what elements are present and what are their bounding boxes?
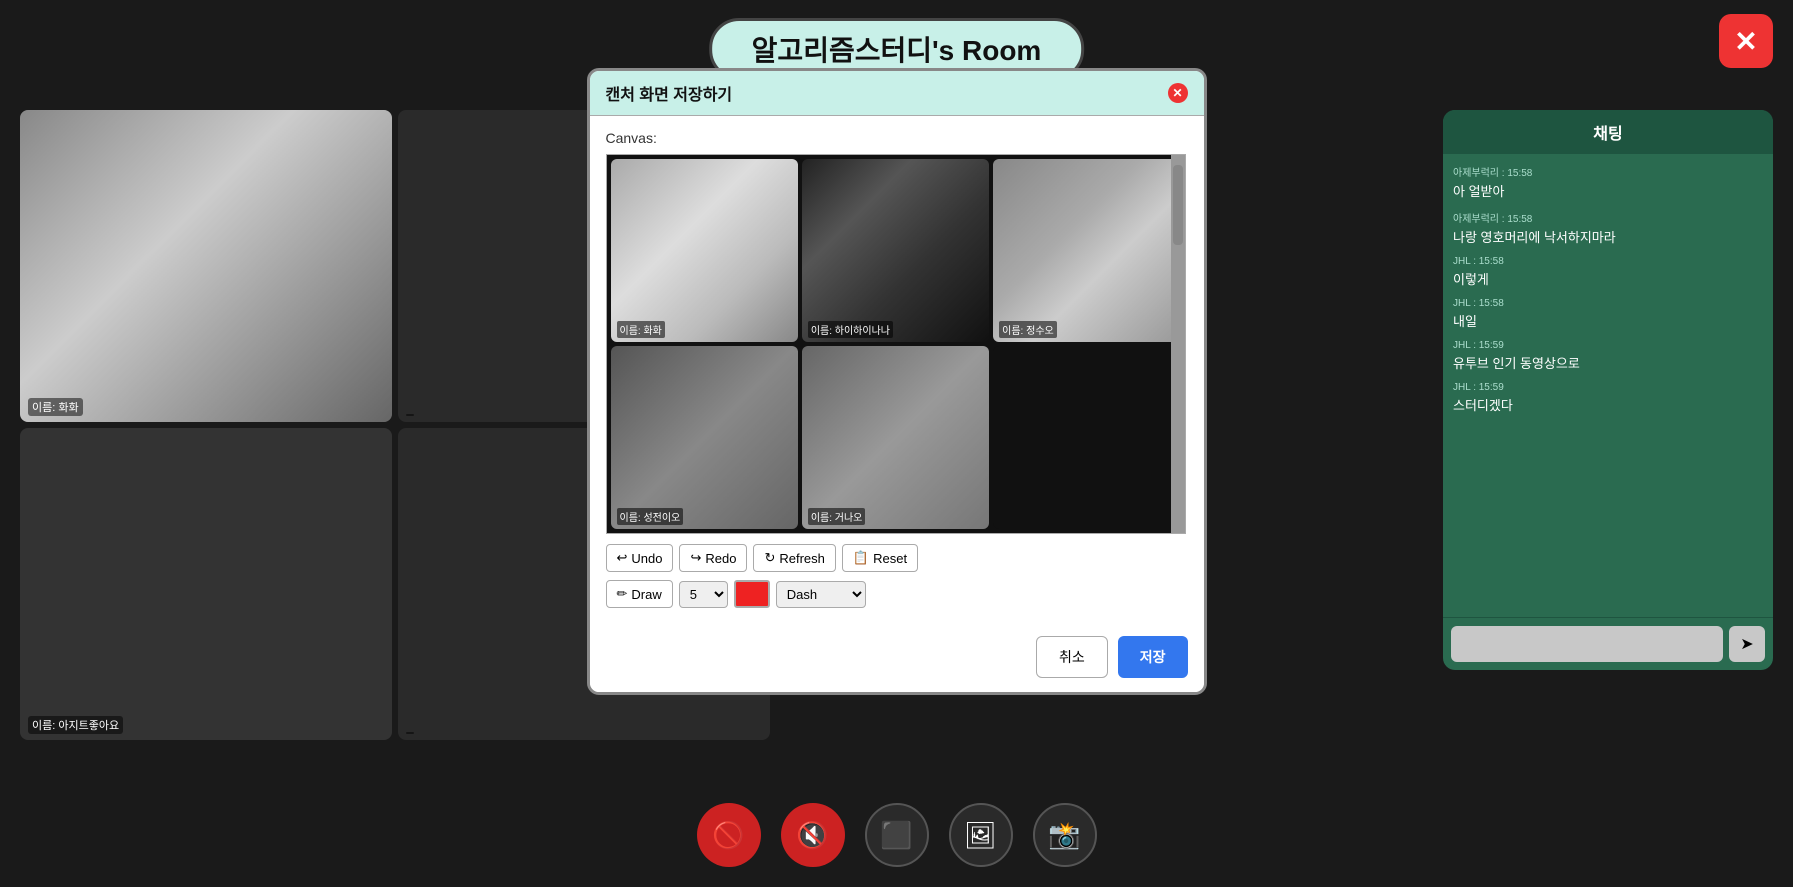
canvas-area: 이름: 화화 이름: 하이하이나나 이름: 정수오 이름: 성전이오 xyxy=(606,154,1186,534)
canvas-video-2: 이름: 하이하이나나 xyxy=(802,159,989,342)
redo-icon: ↪ xyxy=(690,550,701,566)
modal: 캔처 화면 저장하기 ✕ Canvas: 이름: 화화 이름: 하이하이나나 이… xyxy=(587,68,1207,695)
canvas-label: Canvas: xyxy=(606,130,1188,146)
canvas-toolbar: ↩ Undo ↪ Redo ↻ Refresh 📋 Reset xyxy=(606,544,1188,572)
canvas-video-label-3: 이름: 정수오 xyxy=(999,321,1057,338)
modal-overlay: 캔처 화면 저장하기 ✕ Canvas: 이름: 화화 이름: 하이하이나나 이… xyxy=(0,0,1793,887)
reset-button[interactable]: 📋 Reset xyxy=(842,544,918,572)
pencil-icon: ✏ xyxy=(617,586,628,602)
draw-button[interactable]: ✏ Draw xyxy=(606,580,673,608)
refresh-button[interactable]: ↻ Refresh xyxy=(753,544,835,572)
canvas-video-5: 이름: 거나오 xyxy=(802,346,989,529)
refresh-icon: ↻ xyxy=(764,550,775,566)
draw-label: Draw xyxy=(631,587,661,602)
save-button[interactable]: 저장 xyxy=(1118,636,1188,678)
reset-icon: 📋 xyxy=(853,550,869,566)
modal-actions: 취소 저장 xyxy=(590,622,1204,692)
undo-label: Undo xyxy=(631,551,662,566)
modal-body: Canvas: 이름: 화화 이름: 하이하이나나 이름: 정수오 xyxy=(590,116,1204,622)
modal-title: 캔처 화면 저장하기 xyxy=(606,81,733,105)
size-select[interactable]: 3 5 7 10 xyxy=(679,581,728,608)
canvas-scrollbar[interactable] xyxy=(1171,155,1185,533)
canvas-video-label-2: 이름: 하이하이나나 xyxy=(808,321,893,338)
canvas-draw-row: ✏ Draw 3 5 7 10 Dash Solid Dotted xyxy=(606,580,1188,608)
modal-close-button[interactable]: ✕ xyxy=(1168,83,1188,103)
redo-button[interactable]: ↪ Redo xyxy=(679,544,747,572)
canvas-video-1: 이름: 화화 xyxy=(611,159,798,342)
canvas-video-4: 이름: 성전이오 xyxy=(611,346,798,529)
refresh-label: Refresh xyxy=(779,551,825,566)
canvas-video-label-5: 이름: 거나오 xyxy=(808,508,866,525)
undo-button[interactable]: ↩ Undo xyxy=(606,544,674,572)
stroke-select[interactable]: Dash Solid Dotted xyxy=(776,581,866,608)
reset-label: Reset xyxy=(873,551,907,566)
redo-label: Redo xyxy=(705,551,736,566)
modal-header: 캔처 화면 저장하기 ✕ xyxy=(590,71,1204,116)
canvas-video-label-4: 이름: 성전이오 xyxy=(617,508,684,525)
canvas-video-empty xyxy=(993,346,1180,529)
cancel-button[interactable]: 취소 xyxy=(1036,636,1108,678)
canvas-video-3: 이름: 정수오 xyxy=(993,159,1180,342)
undo-icon: ↩ xyxy=(617,550,628,566)
color-swatch[interactable] xyxy=(734,580,770,608)
canvas-scrollbar-thumb xyxy=(1173,165,1183,245)
canvas-video-label-1: 이름: 화화 xyxy=(617,321,665,338)
